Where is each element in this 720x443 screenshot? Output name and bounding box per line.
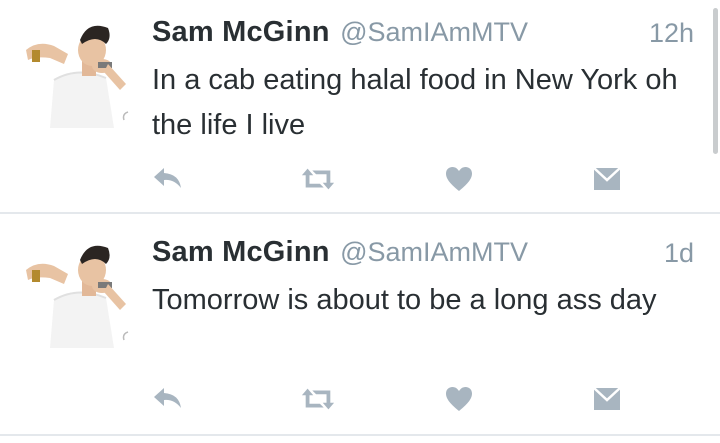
reply-icon <box>154 388 181 408</box>
user-handle[interactable]: @SamIAmMTV <box>340 17 528 47</box>
direct-message-button[interactable] <box>589 162 625 196</box>
heart-icon <box>446 387 472 411</box>
timeline: Sam McGinn @SamIAmMTV 12h In a cab eatin… <box>0 0 720 443</box>
like-button[interactable] <box>441 382 477 416</box>
retweet-icon <box>301 388 335 410</box>
retweet-button[interactable] <box>300 162 336 196</box>
heart-icon <box>446 167 472 191</box>
tweet[interactable]: Sam McGinn @SamIAmMTV 1d Tomorrow is abo… <box>0 220 720 436</box>
display-name[interactable]: Sam McGinn <box>152 16 330 48</box>
tweet-timestamp[interactable]: 12h <box>649 18 694 49</box>
scrollbar[interactable] <box>713 8 718 154</box>
tweet-actions <box>148 162 628 196</box>
like-button[interactable] <box>441 162 477 196</box>
reply-icon <box>154 168 181 188</box>
tweet-text: Tomorrow is about to be a long ass day <box>152 284 657 316</box>
tweet-text: In a cab eating halal food in New York o… <box>152 64 678 141</box>
user-handle[interactable]: @SamIAmMTV <box>340 237 528 267</box>
retweet-button[interactable] <box>300 382 336 416</box>
tweet-timestamp[interactable]: 1d <box>664 238 694 269</box>
avatar[interactable] <box>24 20 132 128</box>
reply-button[interactable] <box>150 162 186 196</box>
direct-message-icon <box>593 167 621 190</box>
tweet-header: Sam McGinn @SamIAmMTV 1d <box>152 236 694 276</box>
avatar[interactable] <box>24 240 132 348</box>
retweet-icon <box>301 168 335 190</box>
display-name[interactable]: Sam McGinn <box>152 236 330 268</box>
direct-message-icon <box>593 387 621 410</box>
tweet[interactable]: Sam McGinn @SamIAmMTV 12h In a cab eatin… <box>0 0 720 214</box>
tweet-header: Sam McGinn @SamIAmMTV 12h <box>152 16 694 56</box>
tweet-actions <box>148 382 628 416</box>
direct-message-button[interactable] <box>589 382 625 416</box>
reply-button[interactable] <box>150 382 186 416</box>
